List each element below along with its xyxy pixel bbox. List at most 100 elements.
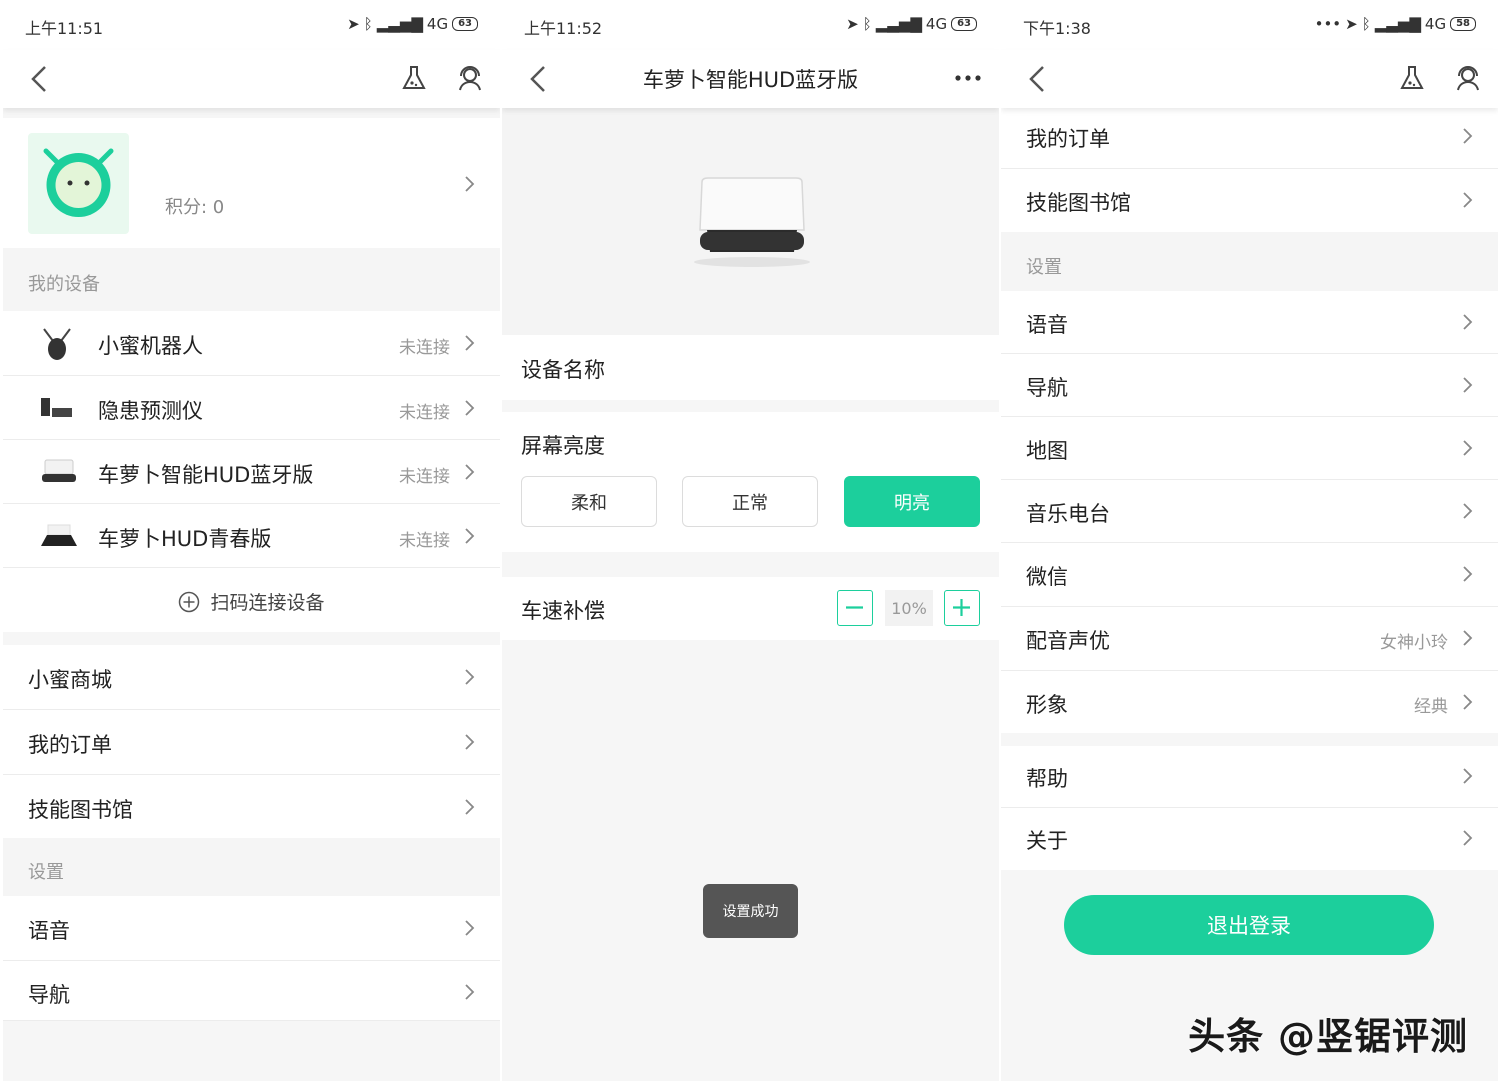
settings-header: 设置 [3,838,500,896]
settings-item-map[interactable]: 地图 [1001,417,1498,480]
chevron-right-icon [1463,503,1473,519]
device-row[interactable]: 隐患预测仪 未连接 [3,376,500,440]
minus-icon [846,606,863,609]
decrease-button[interactable] [837,590,873,626]
chevron-right-icon [1463,630,1473,646]
profile-card[interactable]: 积分: 0 [3,118,500,248]
more-dots-icon[interactable] [953,64,983,92]
device-row[interactable]: 车萝卜HUD青春版 未连接 [3,504,500,568]
settings-label: 音乐电台 [1026,502,1110,526]
hud-lite-device-icon [41,524,77,546]
signal-icon: ▂▃▅▇ [376,15,423,33]
menu-item-about[interactable]: 关于 [1001,808,1498,870]
location-icon: ➤ [846,15,859,33]
settings-screen-2: 下午1:38 ••• ➤ ᛒ ▂▃▅▇ 4G 58 我的订单 技能图书馆 设置 … [1001,0,1498,1081]
settings-item-wechat[interactable]: 微信 [1001,543,1498,607]
network-type: 4G [1424,15,1447,33]
network-type: 4G [426,15,449,33]
settings-label: 语音 [1026,313,1068,337]
settings-item-voice[interactable]: 语音 [1001,291,1498,354]
status-icons: ➤ ᛒ ▂▃▅▇ 4G 63 [347,15,478,33]
predictor-device-icon [41,398,72,417]
device-row[interactable]: 小蜜机器人 未连接 [3,311,500,376]
menu-label: 我的订单 [28,733,112,757]
hud-device-screen: 上午11:52 ➤ ᛒ ▂▃▅▇ 4G 63 车萝卜智能HUD蓝牙版 设备名称 … [502,0,999,1081]
menu-label: 小蜜商城 [28,668,112,692]
brightness-soft-button[interactable]: 柔和 [521,476,657,527]
bluetooth-icon: ᛒ [363,15,373,33]
device-name-row[interactable]: 设备名称 [502,335,999,400]
menu-item-shop[interactable]: 小蜜商城 [3,645,500,710]
device-name: 小蜜机器人 [98,334,203,358]
bluetooth-icon: ᛒ [862,15,872,33]
speed-comp-label: 车速补偿 [521,599,605,623]
brightness-bright-button[interactable]: 明亮 [844,476,980,527]
chevron-right-icon [1463,377,1473,393]
points-text: 积分: 0 [165,197,225,218]
network-type: 4G [925,15,948,33]
plus-circle-icon [179,591,200,612]
settings-item-navigation[interactable]: 导航 [3,961,500,1021]
chevron-left-icon[interactable] [27,64,57,94]
settings-value: 经典 [1414,697,1448,717]
chevron-right-icon [465,734,475,750]
increase-button[interactable] [944,590,980,626]
settings-item-avatar[interactable]: 形象 经典 [1001,671,1498,733]
menu-item-orders[interactable]: 我的订单 [3,710,500,775]
location-icon: ➤ [1345,15,1358,33]
menu-label: 我的订单 [1026,127,1110,151]
battery-icon: 63 [452,17,478,31]
settings-item-navigation[interactable]: 导航 [1001,354,1498,417]
device-row[interactable]: 车萝卜智能HUD蓝牙版 未连接 [3,440,500,504]
settings-label: 形象 [1026,693,1068,717]
flask-icon[interactable] [400,64,428,92]
speed-comp-value: 10% [885,590,933,626]
status-icons: ••• ➤ ᛒ ▂▃▅▇ 4G 58 [1315,15,1476,33]
device-name: 车萝卜智能HUD蓝牙版 [98,463,314,487]
menu-item-skills[interactable]: 技能图书馆 [3,775,500,838]
watermark: 头条 @竖锯评测 [1188,1015,1468,1058]
more-notifications-icon: ••• [1314,15,1342,33]
settings-label: 语音 [28,919,70,943]
logout-button[interactable]: 退出登录 [1064,895,1434,955]
toast-message: 设置成功 [703,884,798,938]
menu-item-skills[interactable]: 技能图书馆 [1001,169,1498,232]
device-status: 未连接 [399,338,450,358]
menu-item-orders[interactable]: 我的订单 [1001,106,1498,169]
settings-item-voice[interactable]: 语音 [3,896,500,961]
nav-bar: 车萝卜智能HUD蓝牙版 [502,50,999,108]
chevron-right-icon [1463,440,1473,456]
status-bar: 上午11:52 ➤ ᛒ ▂▃▅▇ 4G 63 [502,0,999,50]
location-icon: ➤ [347,15,360,33]
page-title: 车萝卜智能HUD蓝牙版 [642,68,859,92]
brightness-normal-button[interactable]: 正常 [682,476,818,527]
robot-device-icon [43,328,71,360]
chevron-right-icon [1463,768,1473,784]
settings-value: 女神小玲 [1380,633,1448,653]
bluetooth-icon: ᛒ [1361,15,1371,33]
menu-label: 关于 [1026,829,1068,853]
settings-item-voice-actor[interactable]: 配音声优 女神小玲 [1001,607,1498,671]
flask-icon[interactable] [1398,64,1426,92]
device-name: 车萝卜HUD青春版 [98,527,272,551]
settings-header: 设置 [1001,232,1498,291]
settings-item-music[interactable]: 音乐电台 [1001,480,1498,543]
devices-header: 我的设备 [3,248,500,311]
battery-icon: 63 [951,17,977,31]
scan-connect-button[interactable]: 扫码连接设备 [3,568,500,632]
nav-bar [3,50,500,108]
menu-item-help[interactable]: 帮助 [1001,746,1498,808]
chevron-right-icon [465,920,475,936]
user-headset-icon[interactable] [456,64,484,92]
signal-icon: ▂▃▅▇ [1374,15,1421,33]
plus-icon [953,599,970,616]
chevron-left-icon[interactable] [1025,64,1055,94]
user-headset-icon[interactable] [1454,64,1482,92]
status-time: 上午11:52 [524,19,603,38]
menu-label: 技能图书馆 [28,798,133,822]
device-name: 隐患预测仪 [98,399,203,423]
hud-device-icon [42,459,76,482]
device-status: 未连接 [399,531,450,551]
chevron-right-icon [465,669,475,685]
settings-label: 地图 [1026,439,1068,463]
